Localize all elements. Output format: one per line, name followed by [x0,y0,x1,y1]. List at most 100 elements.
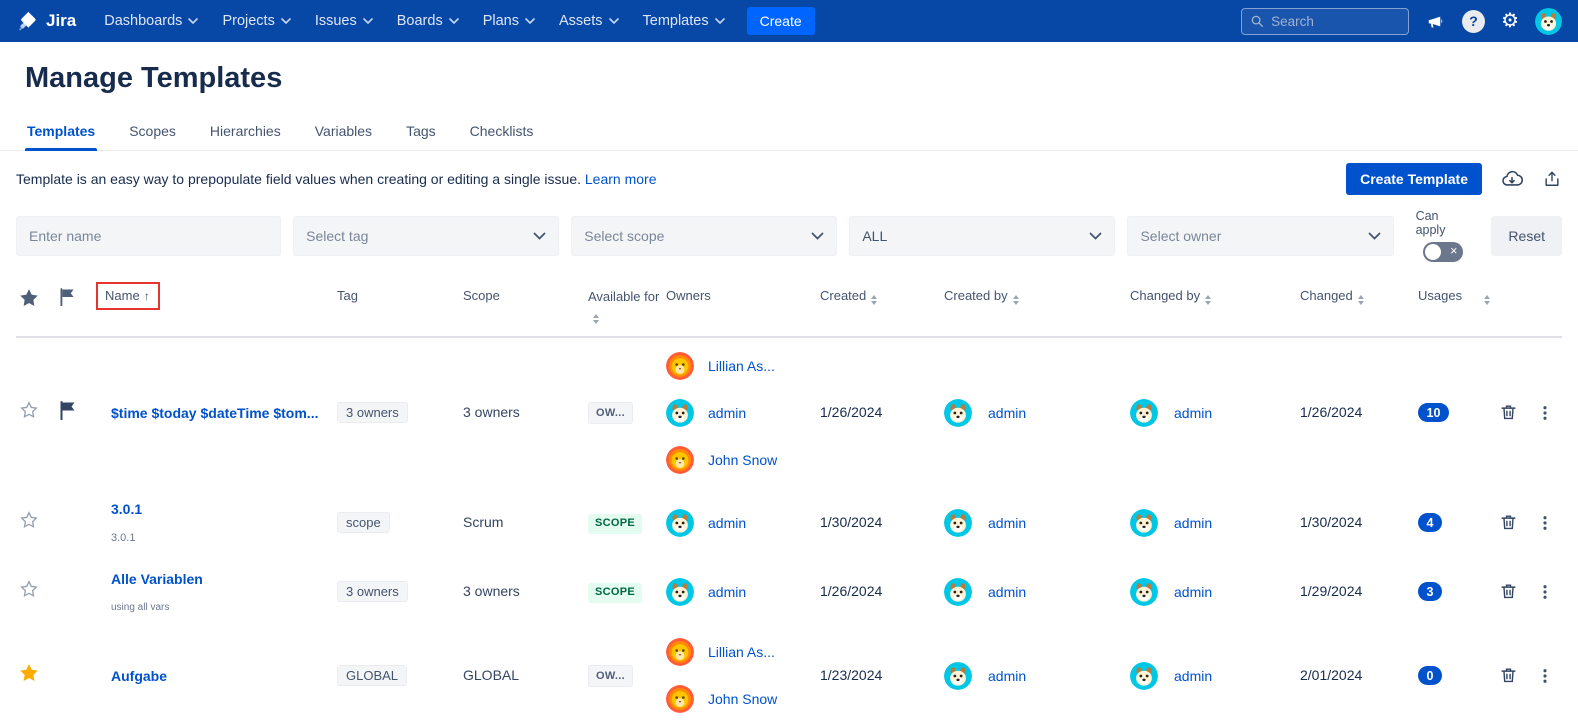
nav-assets[interactable]: Assets [559,13,619,29]
tab-tags[interactable]: Tags [404,117,438,150]
changed-by-link[interactable]: admin [1174,405,1212,421]
more-actions-button[interactable] [1536,667,1554,685]
available-for-column-header[interactable]: Available for [588,289,659,304]
create-button[interactable]: Create [746,7,815,35]
user-avatar[interactable] [1535,8,1562,35]
delete-button[interactable] [1499,403,1518,422]
sort-icon [1484,295,1491,305]
changed-by-avatar [1130,399,1158,427]
changed-date: 2/01/2024 [1300,666,1363,683]
create-template-button[interactable]: Create Template [1346,163,1482,195]
changed-by-avatar [1130,662,1158,690]
owner: John Snow [666,446,820,474]
more-actions-button[interactable] [1536,514,1554,532]
owner-link[interactable]: Lillian As... [708,644,775,660]
flag-icon[interactable] [60,400,76,424]
star-icon[interactable] [19,580,39,603]
search-icon [1251,15,1263,27]
delete-button[interactable] [1499,582,1518,601]
nav-dashboards[interactable]: Dashboards [104,13,199,29]
nav-plans[interactable]: Plans [483,13,535,29]
flag-column-header-icon[interactable] [60,288,75,309]
name-filter[interactable] [16,215,282,256]
nav-boards[interactable]: Boards [397,13,459,29]
page-title: Manage Templates [25,62,283,94]
announcement-icon[interactable] [1425,12,1446,31]
toggle-off-x-icon: × [1450,244,1458,258]
tag-chip: scope [337,512,390,534]
usages-badge: 10 [1418,403,1449,423]
can-apply-toggle[interactable]: × [1423,242,1464,262]
nav-issues[interactable]: Issues [315,13,373,29]
owner-avatar [666,509,694,537]
template-name-link[interactable]: $time $today $dateTime $tom... [111,405,337,421]
star-column-header-icon[interactable] [19,289,39,311]
owner-link[interactable]: Lillian As... [708,358,775,374]
reset-button[interactable]: Reset [1491,215,1562,256]
created-by-link[interactable]: admin [988,515,1026,531]
template-name-link[interactable]: Alle Variablen [111,571,337,587]
toggle-knob [1425,244,1442,260]
star-icon[interactable] [19,511,39,534]
template-name-link[interactable]: 3.0.1 [111,501,337,517]
owner-link[interactable]: John Snow [708,452,777,468]
owner: admin [666,509,820,537]
scope-value: GLOBAL [463,666,520,683]
nav-projects[interactable]: Projects [222,13,291,29]
star-icon[interactable] [19,401,39,424]
owner-link[interactable]: admin [708,515,746,531]
sort-icon [1012,295,1019,305]
sort-ascending-icon: ↑ [143,289,150,303]
owner-filter-select[interactable]: Select owner [1127,215,1394,256]
scope-filter-select[interactable]: Select scope [571,215,838,256]
owner-link[interactable]: John Snow [708,691,777,707]
usages-column-header[interactable]: Usages [1418,288,1462,303]
tab-variables[interactable]: Variables [313,117,374,150]
star-icon[interactable] [19,664,39,687]
name-column-header[interactable]: Name [105,288,140,303]
created-by-column-header[interactable]: Created by [944,288,1008,303]
changed-column-header[interactable]: Changed [1300,288,1353,303]
tab-templates[interactable]: Templates [25,117,98,151]
tab-hierarchies[interactable]: Hierarchies [208,117,283,150]
created-by-link[interactable]: admin [988,405,1026,421]
delete-button[interactable] [1499,666,1518,685]
changed-by-link[interactable]: admin [1174,515,1212,531]
more-actions-button[interactable] [1536,583,1554,601]
created-column-header[interactable]: Created [820,288,866,303]
chevron-down-icon [608,18,619,24]
name-filter-input[interactable] [29,227,269,244]
created-by-link[interactable]: admin [988,584,1026,600]
owner-link[interactable]: admin [708,405,746,421]
templates-table: Name ↑ Tag Scope Available for Owners Cre… [16,276,1562,720]
available-filter-select[interactable]: ALL [849,215,1116,256]
owner-avatar [666,399,694,427]
tag-column-header: Tag [337,288,358,303]
more-actions-button[interactable] [1536,404,1554,422]
delete-button[interactable] [1499,513,1518,532]
jira-logo[interactable]: Jira [16,10,76,33]
export-icon[interactable] [1542,168,1562,190]
learn-more-link[interactable]: Learn more [585,171,657,187]
changed-by-avatar [1130,578,1158,606]
created-date: 1/23/2024 [820,666,883,683]
changed-by-column-header[interactable]: Changed by [1130,288,1200,303]
owner-avatar [666,352,694,380]
owner-link[interactable]: admin [708,584,746,600]
import-cloud-icon[interactable] [1500,168,1524,190]
global-search[interactable] [1241,7,1410,35]
tag-filter-select[interactable]: Select tag [293,215,560,256]
settings-gear-icon[interactable]: ⚙ [1501,11,1519,31]
tab-checklists[interactable]: Checklists [468,117,536,150]
tab-scopes[interactable]: Scopes [127,117,178,150]
changed-by-link[interactable]: admin [1174,668,1212,684]
usages-badge: 4 [1418,513,1442,533]
nav-templates[interactable]: Templates [643,13,725,29]
help-icon[interactable]: ? [1462,9,1486,33]
search-input[interactable] [1271,13,1401,29]
sort-icon [593,313,599,324]
changed-by-link[interactable]: admin [1174,584,1212,600]
header-actions: Create Template [1346,163,1562,195]
template-name-link[interactable]: Aufgabe [111,668,337,684]
created-by-link[interactable]: admin [988,668,1026,684]
